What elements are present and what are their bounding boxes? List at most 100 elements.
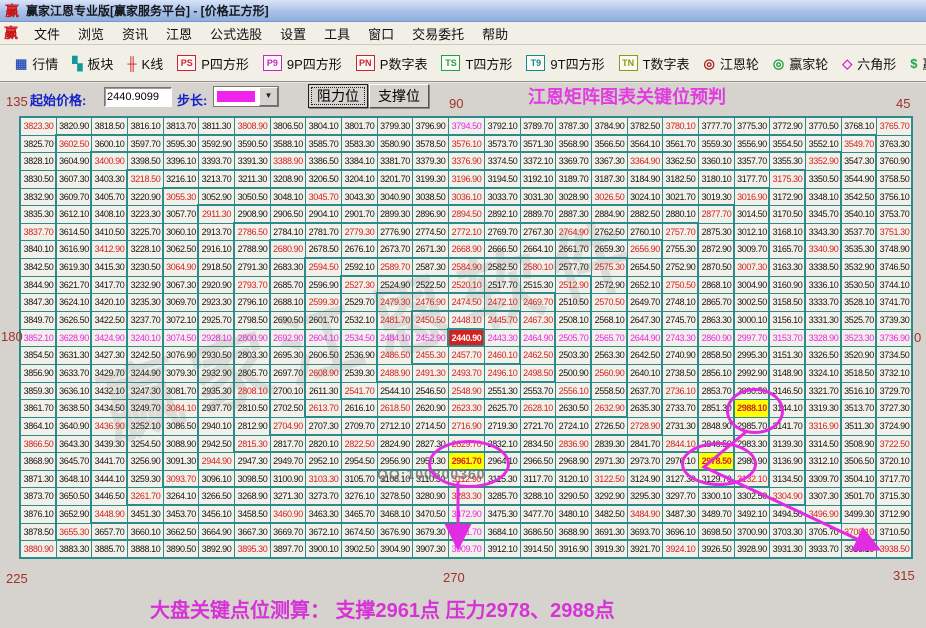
menu-logo-icon: 赢 [4,25,18,41]
grid-cell: 3720.10 [877,453,912,470]
toolbar-button-gann-wheel[interactable]: ◎ 江恩轮 [697,51,766,76]
grid-cell: 2671.30 [413,241,448,258]
grid-cell: 3103.30 [306,471,341,487]
grid-cell: 2796.10 [235,294,270,311]
grid-cell: 3196.90 [449,171,484,188]
grid-cell: 3729.70 [877,383,912,399]
grid-cell: 3504.10 [842,471,876,487]
grid-cell: 3002.50 [735,294,769,311]
toolbar-button-winner-wheel[interactable]: ◎ 赢家轮 [766,51,835,76]
grid-cell: 3530.50 [842,277,876,293]
toolbar-button-9t-square[interactable]: T9 9T四方形 [519,51,611,76]
grid-cell: 2959.30 [413,453,448,470]
menu-item-help[interactable]: 帮助 [473,22,517,45]
menu-item-settings[interactable]: 设置 [271,22,315,45]
grid-cell: 3148.90 [770,365,805,382]
grid-cell: 2976.10 [663,453,698,470]
grid-cell: 3847.30 [21,294,56,311]
grid-cell: 3182.50 [663,171,698,188]
toolbar-button-label: P数字表 [379,56,428,72]
grid-cell: 2786.50 [235,224,270,240]
menu-item-formula-stock-pick[interactable]: 公式选股 [201,22,271,45]
grid-cell: 3794.50 [449,118,484,135]
grid-cell: 3492.10 [735,506,769,523]
grid-cell: 3004.90 [735,277,769,293]
toolbar-button-service[interactable]: $ 赢家服务 [903,51,926,76]
step-color-dropdown[interactable]: ▼ [213,86,279,107]
grid-cell: 3436.90 [92,418,127,435]
grid-cell: 2541.70 [342,383,377,399]
toolbar-button-kline[interactable]: ╫ K线 [120,51,170,76]
grid-cell: 3151.30 [770,347,805,364]
grid-cell: 3060.10 [164,224,198,240]
menu-item-tools[interactable]: 工具 [315,22,359,45]
grid-cell: 3408.10 [92,206,127,223]
grid-cell: 3175.30 [770,171,805,188]
toolbar-button-sectors[interactable]: ▚ 板块 [65,51,120,76]
grid-cell: 3206.50 [306,171,341,188]
grid-cell: 3691.30 [592,524,627,540]
toolbar-button-hexagon[interactable]: ◇ 六角形 [835,51,903,76]
grid-cell: 2870.50 [699,259,734,276]
grid-cell: 3573.70 [485,136,520,152]
grid-cell: 3852.10 [21,330,56,346]
toolbar-button-t-square[interactable]: TS T四方形 [434,51,519,76]
grid-cell: 2469.70 [521,294,555,311]
t-number-table-icon: TN [618,55,638,71]
toolbar-button-label: 江恩轮 [719,56,759,72]
menu-item-view[interactable]: 浏览 [69,22,113,45]
grid-cell: 2992.90 [735,365,769,382]
resistance-button[interactable]: 阻力位 [308,84,368,108]
grid-cell: 3648.10 [57,471,91,487]
grid-cell: 3115.30 [485,471,520,487]
grid-cell: 2918.50 [199,259,234,276]
toolbar-button-p-square[interactable]: PS P四方形 [170,51,256,76]
grid-cell: 3482.50 [592,506,627,523]
grid-cell: 3283.30 [449,488,484,505]
grid-cell: 2570.50 [592,294,627,311]
menu-item-news[interactable]: 资讯 [113,22,157,45]
grid-cell: 3158.50 [770,294,805,311]
grid-cell: 2724.10 [556,418,591,435]
grid-cell: 2476.90 [413,294,448,311]
toolbar-button-9p-square[interactable]: P9 9P四方形 [256,51,349,76]
grid-cell: 2553.70 [521,383,555,399]
grid-cell: 3739.30 [877,312,912,329]
menu-item-window[interactable]: 窗口 [359,22,403,45]
grid-cell: 3516.10 [842,383,876,399]
grid-cell: 3897.70 [271,541,305,558]
grid-cell: 3357.70 [735,153,769,170]
grid-cell: 3655.30 [57,524,91,540]
grid-cell: 2601.70 [306,312,341,329]
menu-item-file[interactable]: 文件 [25,22,69,45]
toolbar-button-p-table[interactable]: PN P数字表 [349,51,435,76]
menu-item-trade-order[interactable]: 交易委托 [403,22,473,45]
grid-cell: 2625.70 [485,400,520,417]
9p-square-icon: P9 [262,55,282,71]
chevron-down-icon[interactable]: ▼ [259,87,278,106]
grid-cell: 3235.30 [128,294,163,311]
grid-cell: 3816.10 [128,118,163,135]
start-price-input[interactable] [104,87,172,107]
grid-cell: 3724.90 [877,418,912,435]
grid-cell: 2923.30 [199,294,234,311]
grid-cell: 2443.30 [485,330,520,346]
menu-item-gann[interactable]: 江恩 [157,22,201,45]
toolbar-button-quotes[interactable]: ▦ 行情 [8,51,65,76]
grid-cell: 3160.90 [770,277,805,293]
grid-cell: 3194.50 [485,171,520,188]
grid-cell: 3888.10 [128,541,163,558]
grid-cell: 3880.90 [21,541,56,558]
grid-cell: 3208.90 [271,171,305,188]
grid-cell: 2560.90 [592,365,627,382]
menu-bar: 赢 文件 浏览 资讯 江恩 公式选股 设置 工具 窗口 交易委托 帮助 [0,22,926,45]
support-button[interactable]: 支撑位 [369,84,429,108]
toolbar-button-t-table[interactable]: TN T数字表 [612,51,697,76]
grid-cell: 3213.70 [199,171,234,188]
grid-cell: 3172.90 [770,189,805,205]
grid-cell: 3014.50 [735,206,769,223]
angle-label-0: 0 [914,330,922,345]
grid-cell: 3792.10 [485,118,520,135]
grid-cell: 2503.30 [556,347,591,364]
grid-cell: 2656.90 [628,241,662,258]
